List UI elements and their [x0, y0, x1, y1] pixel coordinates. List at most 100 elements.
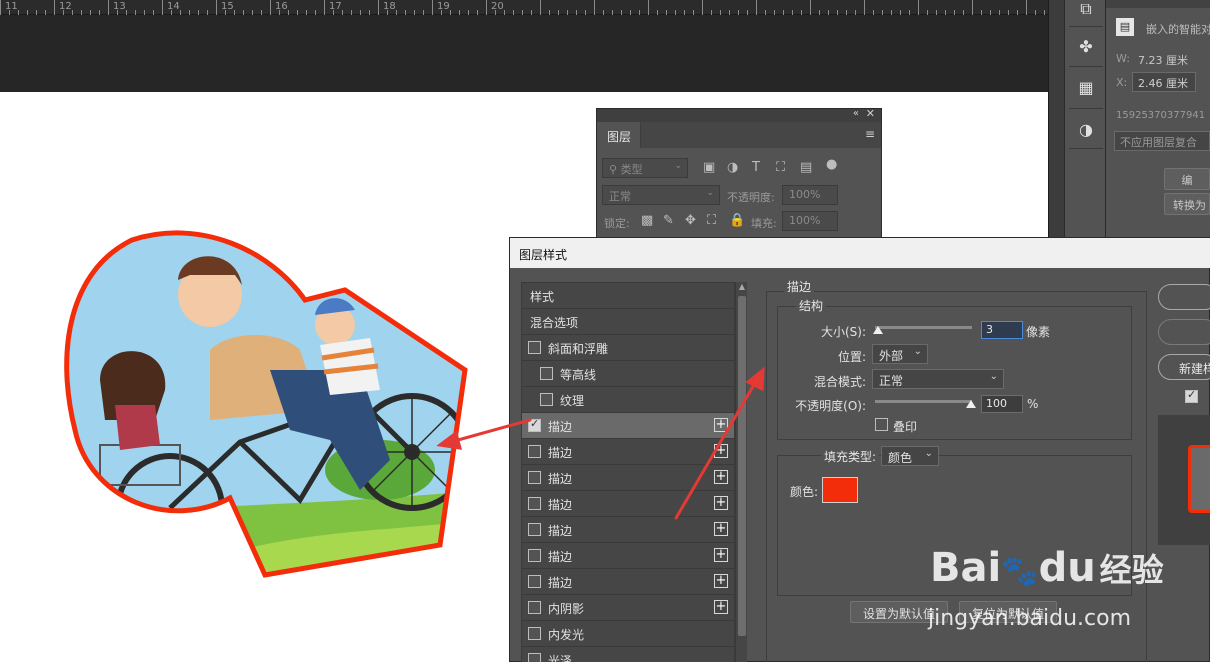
- lock-all-icon[interactable]: 🔒: [729, 213, 745, 228]
- style-item-checkbox[interactable]: [528, 549, 541, 562]
- add-effect-icon[interactable]: +: [714, 574, 728, 588]
- filter-toggle-icon[interactable]: ●: [826, 157, 837, 172]
- stroke-blend-mode-select[interactable]: 正常 ⌄: [872, 369, 1004, 389]
- style-item[interactable]: 等高线: [522, 361, 734, 387]
- panel-menu-icon[interactable]: ≡: [865, 127, 875, 141]
- style-item[interactable]: 描边 +: [522, 569, 734, 595]
- chevron-down-icon: ⌄: [989, 371, 998, 382]
- grid-icon[interactable]: ▦: [1073, 74, 1099, 100]
- style-item-checkbox[interactable]: [528, 497, 541, 510]
- style-item-checkbox[interactable]: [540, 367, 553, 380]
- ruler-tick: [900, 10, 901, 15]
- search-icon: ⚲: [609, 163, 618, 176]
- ruler-tick: [81, 10, 82, 15]
- add-effect-icon[interactable]: +: [714, 418, 728, 432]
- style-item-checkbox[interactable]: [528, 601, 541, 614]
- style-item[interactable]: 混合选项: [522, 309, 734, 335]
- style-item-label: 斜面和浮雕: [548, 342, 609, 356]
- collapse-icon[interactable]: «: [853, 108, 859, 119]
- style-item-checkbox[interactable]: [528, 653, 541, 662]
- pixel-layer-filter-icon[interactable]: ▣: [703, 160, 715, 175]
- cancel-button[interactable]: [1158, 319, 1210, 345]
- style-item[interactable]: 描边 +: [522, 413, 734, 439]
- type-filter-icon[interactable]: T: [752, 160, 760, 175]
- lock-transparent-icon[interactable]: ▩: [641, 213, 653, 228]
- convert-to-layers-button[interactable]: 转换为: [1164, 193, 1210, 215]
- style-item-checkbox[interactable]: [528, 445, 541, 458]
- scrollbar-thumb[interactable]: [738, 296, 746, 636]
- style-item[interactable]: 内阴影 +: [522, 595, 734, 621]
- style-item[interactable]: 描边 +: [522, 439, 734, 465]
- style-item[interactable]: 内发光: [522, 621, 734, 647]
- fill-input[interactable]: 100%: [782, 211, 838, 231]
- add-effect-icon[interactable]: +: [714, 496, 728, 510]
- ruler-tick: [432, 0, 433, 15]
- shape-filter-icon[interactable]: ⛶: [776, 160, 785, 175]
- style-item[interactable]: 描边 +: [522, 543, 734, 569]
- edit-contents-button[interactable]: 编: [1164, 168, 1210, 190]
- stroke-opacity-input[interactable]: 100: [981, 395, 1023, 413]
- size-slider-track[interactable]: [875, 326, 972, 329]
- illustration-bicycle-family[interactable]: [60, 230, 480, 590]
- lock-move-icon[interactable]: ✥: [685, 213, 696, 228]
- style-item-checkbox[interactable]: [528, 417, 541, 432]
- fill-type-select[interactable]: 颜色 ⌄: [881, 446, 939, 466]
- ruler-tick: [495, 10, 496, 15]
- style-item[interactable]: 纹理: [522, 387, 734, 413]
- ruler-tick: [945, 10, 946, 15]
- opacity-slider-track[interactable]: [875, 400, 972, 403]
- ruler-tick: [837, 10, 838, 15]
- stroke-color-swatch[interactable]: [822, 477, 858, 503]
- style-item-checkbox[interactable]: [528, 471, 541, 484]
- overprint-checkbox[interactable]: [875, 418, 888, 431]
- ruler-tick: [414, 10, 415, 15]
- style-list-scrollbar[interactable]: ▲: [735, 282, 747, 662]
- style-item-checkbox[interactable]: [540, 393, 553, 406]
- swatches-palette-icon[interactable]: ✤: [1073, 33, 1099, 59]
- adjust-layers-icon[interactable]: ⧉: [1073, 0, 1099, 22]
- watermark-url: jingyan.baidu.com: [928, 606, 1132, 631]
- fill-type-value: 颜色: [888, 451, 913, 465]
- style-item-checkbox[interactable]: [528, 341, 541, 354]
- style-item[interactable]: 光泽: [522, 647, 734, 662]
- layer-comp-select[interactable]: 不应用图层复合: [1114, 131, 1210, 151]
- style-item[interactable]: 描边 +: [522, 517, 734, 543]
- add-effect-icon[interactable]: +: [714, 522, 728, 536]
- position-select[interactable]: 外部 ⌄: [872, 344, 928, 364]
- smart-object-filter-icon[interactable]: ▤: [800, 160, 812, 175]
- style-item[interactable]: 样式: [522, 283, 734, 309]
- opacity-slider-knob[interactable]: [966, 400, 976, 408]
- size-input[interactable]: 3: [981, 321, 1023, 339]
- opacity-input[interactable]: 100%: [782, 185, 838, 205]
- size-slider-knob[interactable]: [873, 326, 883, 334]
- add-effect-icon[interactable]: +: [714, 548, 728, 562]
- ruler-tick: [63, 10, 64, 15]
- lock-artboard-icon[interactable]: ⛶: [707, 213, 716, 228]
- style-item-checkbox[interactable]: [528, 523, 541, 536]
- ruler-tick: [999, 10, 1000, 15]
- ok-button[interactable]: [1158, 284, 1210, 310]
- tab-layers[interactable]: 图层: [597, 122, 641, 148]
- ruler-tick: [360, 10, 361, 15]
- style-item-checkbox[interactable]: [528, 575, 541, 588]
- blend-mode-select[interactable]: 正常 ⌄: [602, 185, 720, 205]
- x-position-input[interactable]: 2.46 厘米: [1132, 72, 1196, 92]
- style-item[interactable]: 描边 +: [522, 465, 734, 491]
- style-item[interactable]: 斜面和浮雕: [522, 335, 734, 361]
- style-item[interactable]: 描边 +: [522, 491, 734, 517]
- width-value[interactable]: 7.23 厘米: [1138, 52, 1188, 68]
- add-effect-icon[interactable]: +: [714, 470, 728, 484]
- layer-filter-select[interactable]: ⚲ 类型 ⌄: [602, 158, 688, 178]
- add-effect-icon[interactable]: +: [714, 444, 728, 458]
- scroll-up-icon[interactable]: ▲: [737, 282, 747, 291]
- add-effect-icon[interactable]: +: [714, 600, 728, 614]
- preview-checkbox[interactable]: [1185, 388, 1198, 403]
- new-style-button[interactable]: 新建样: [1158, 354, 1210, 380]
- adjustments-icon[interactable]: ◑: [1073, 116, 1099, 142]
- ruler-tick: [684, 10, 685, 15]
- close-icon[interactable]: ✕: [866, 107, 875, 120]
- lock-paint-icon[interactable]: ✎: [663, 213, 674, 228]
- ruler-tick: [1017, 10, 1018, 15]
- style-item-checkbox[interactable]: [528, 627, 541, 640]
- adjustment-filter-icon[interactable]: ◑: [727, 160, 738, 175]
